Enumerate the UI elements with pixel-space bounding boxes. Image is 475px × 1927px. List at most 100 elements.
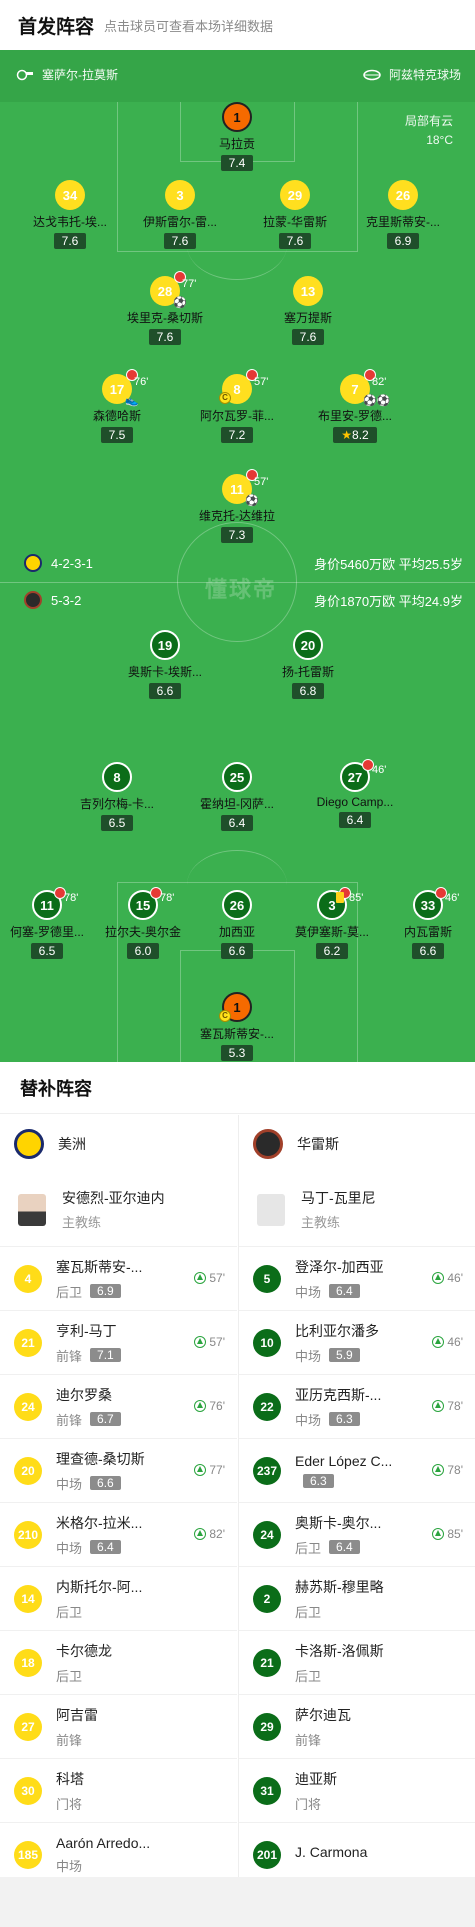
captain-icon: C (219, 392, 231, 404)
sub-in-arrow-icon (194, 1464, 207, 1476)
player-away-3[interactable]: 3 85' 莫伊塞斯-莫... 6.2 (282, 887, 382, 960)
player-name: 克里斯蒂安-... (366, 215, 440, 229)
player-rating: 6.5 (30, 943, 64, 959)
sub-position: 前锋 (56, 1732, 83, 1748)
sub-in-arrow-icon (432, 1400, 445, 1412)
sub-player-row[interactable]: 31 迪亚斯 门将 (239, 1759, 475, 1823)
sub-number: 4 (14, 1264, 42, 1293)
player-away-26[interactable]: 26 加西亚 6.6 (187, 890, 287, 960)
home-formation-label: 4-2-3-1 (51, 555, 93, 571)
home-formation: 4-2-3-1 (24, 554, 93, 572)
away-subs-column: 华雷斯 马丁-瓦里尼 主教练 5 登泽尔-加西亚 中场 6.4 46' 10 比利亚尔潘多中… (238, 1115, 475, 1887)
sub-player-row[interactable]: 237 Eder López C... 6.3 78' (239, 1439, 475, 1503)
away-coach[interactable]: 马丁-瓦里尼 主教练 (239, 1173, 475, 1247)
player-away-20[interactable]: 20 扬-托雷斯 6.8 (258, 630, 358, 700)
player-home-17[interactable]: 17 76' 👟 森德哈斯 7.5 (67, 369, 167, 444)
player-name: 阿尔瓦罗-菲... (200, 409, 274, 423)
sub-in-arrow-icon (194, 1400, 207, 1412)
sub-player-row[interactable]: 5 登泽尔-加西亚 中场 6.4 46' (239, 1247, 475, 1311)
home-coach[interactable]: 安德烈-亚尔迪内 主教练 (0, 1173, 237, 1247)
sub-player-row[interactable]: 24 奥斯卡-奥尔... 后卫 6.4 85' (239, 1503, 475, 1567)
player-number-text: 27 (347, 769, 363, 785)
sub-player-row[interactable]: 29 萨尔迪瓦 前锋 (239, 1695, 475, 1759)
sub-number: 20 (14, 1456, 42, 1485)
sub-player-row[interactable]: 20 理查德-桑切斯 中场 6.6 77' (0, 1439, 237, 1503)
sub-player-row[interactable]: 10 比利亚尔潘多 中场 5.9 46' (239, 1311, 475, 1375)
player-name: 森德哈斯 (92, 409, 141, 423)
sub-player-row[interactable]: 210 米格尔-拉米... 中场 6.4 82' (0, 1503, 237, 1567)
sub-meta: 后卫 (56, 1602, 142, 1621)
sub-in-time: 77' (194, 1463, 225, 1477)
whistle-icon (16, 69, 33, 80)
player-away-11[interactable]: 11 78' 何塞-罗德里... 6.5 (0, 887, 97, 960)
sub-name: 塞瓦斯蒂安-... (56, 1258, 143, 1275)
sub-player-row[interactable]: 22 亚历克西斯-... 中场 6.3 78' (239, 1375, 475, 1439)
sub-player-row[interactable]: 14 内斯托尔-阿... 后卫 (0, 1567, 237, 1631)
player-home-8[interactable]: 8 57' C 阿尔瓦罗-菲... 7.2 (187, 369, 287, 444)
player-number: 19 (150, 630, 180, 660)
sub-position: 后卫 (56, 1668, 83, 1684)
sub-in-time: 57' (194, 1271, 225, 1285)
sub-position: 中场 (295, 1284, 322, 1300)
player-away-15[interactable]: 15 78' 拉尔夫-奥尔金 6.0 (93, 887, 193, 960)
player-rating: ★8.2 (333, 427, 377, 443)
player-rating: 7.6 (278, 233, 312, 249)
player-number: 11 (32, 887, 66, 920)
sub-player-row[interactable]: 30 科塔 门将 (0, 1759, 237, 1823)
player-number: 29 (280, 180, 310, 210)
sub-number: 21 (14, 1328, 42, 1357)
watermark-logo: 懂球帝 (205, 577, 278, 602)
player-away-33[interactable]: 33 46' 内瓦雷斯 6.6 (378, 887, 475, 960)
sub-number: 237 (253, 1456, 281, 1485)
player-number: 25 (222, 762, 252, 792)
sub-name: 比利亚尔潘多 (295, 1322, 379, 1339)
player-home-1[interactable]: 1 马拉贡 7.4 (187, 102, 287, 172)
sub-player-row[interactable]: 18 卡尔德龙 后卫 (0, 1631, 237, 1695)
sub-meta: 后卫 (56, 1666, 112, 1685)
player-number-text: 15 (135, 897, 151, 913)
player-away-25[interactable]: 25 霍纳坦-冈萨... 6.4 (187, 762, 287, 832)
player-away-1[interactable]: 1 C 塞瓦斯蒂安-... 5.3 (187, 992, 287, 1062)
player-away-8[interactable]: 8 吉列尔梅-卡... 6.5 (67, 762, 167, 832)
sub-time: 82' (372, 376, 387, 388)
sub-player-row[interactable]: 21 卡洛斯-洛佩斯 后卫 (239, 1631, 475, 1695)
sub-in-minute: 57' (209, 1335, 225, 1349)
sub-player-row[interactable]: 24 迪尔罗桑 前锋 6.7 76' (0, 1375, 237, 1439)
sub-in-minute: 46' (447, 1335, 463, 1349)
sub-rating: 5.9 (329, 1348, 360, 1362)
sub-player-row[interactable]: 21 亨利-马丁 前锋 7.1 57' (0, 1311, 237, 1375)
sub-number: 29 (253, 1712, 281, 1741)
player-rating: 7.6 (148, 329, 182, 345)
sub-meta: 中场 5.9 (295, 1346, 379, 1365)
sub-number: 24 (253, 1520, 281, 1549)
sub-rating: 6.7 (90, 1412, 121, 1426)
sub-player-row[interactable]: 27 阿吉雷 前锋 (0, 1695, 237, 1759)
player-home-34[interactable]: 34 达戈韦托-埃... 7.6 (20, 180, 120, 250)
lineup-header: 首发阵容 点击球员可查看本场详细数据 (0, 0, 475, 50)
away-formation-label: 5-3-2 (51, 592, 82, 608)
sub-player-row[interactable]: 2 赫苏斯-穆里略 后卫 (239, 1567, 475, 1631)
sub-in-time: 85' (432, 1527, 463, 1541)
sub-position: 后卫 (56, 1284, 83, 1300)
sub-in-time: 82' (194, 1527, 225, 1541)
sub-meta: 中场 (56, 1856, 150, 1875)
sub-time: 78' (160, 892, 175, 904)
sub-name: 亚历克西斯-... (295, 1386, 382, 1403)
player-away-27[interactable]: 27 46' Diego Camp... 6.4 (305, 759, 405, 829)
player-home-29[interactable]: 29 拉蒙-华雷斯 7.6 (245, 180, 345, 250)
sub-name: 理查德-桑切斯 (56, 1450, 145, 1467)
player-home-13[interactable]: 13 塞万提斯 7.6 (258, 276, 358, 346)
sub-in-arrow-icon (432, 1272, 445, 1284)
sub-player-row[interactable]: 4 塞瓦斯蒂安-... 后卫 6.9 57' (0, 1247, 237, 1311)
player-home-7[interactable]: 7 82' ⚽⚽ 布里安-罗德... ★8.2 (305, 369, 405, 444)
sub-number: 201 (253, 1840, 281, 1869)
player-rating: 6.6 (148, 683, 182, 699)
player-home-28[interactable]: 28 77' ⚽ 埃里克-桑切斯 7.6 (115, 271, 215, 346)
player-home-3[interactable]: 3 伊斯雷尔-雷... 7.6 (130, 180, 230, 250)
sub-position: 后卫 (295, 1604, 322, 1620)
player-away-19[interactable]: 19 奥斯卡-埃斯... 6.6 (115, 630, 215, 700)
player-home-11[interactable]: 11 57' ⚽ 维克托-达维拉 7.3 (187, 469, 287, 544)
player-name: 霍纳坦-冈萨... (200, 797, 274, 811)
player-rating: 7.2 (220, 427, 254, 443)
player-home-26[interactable]: 26 克里斯蒂安-... 6.9 (353, 180, 453, 250)
